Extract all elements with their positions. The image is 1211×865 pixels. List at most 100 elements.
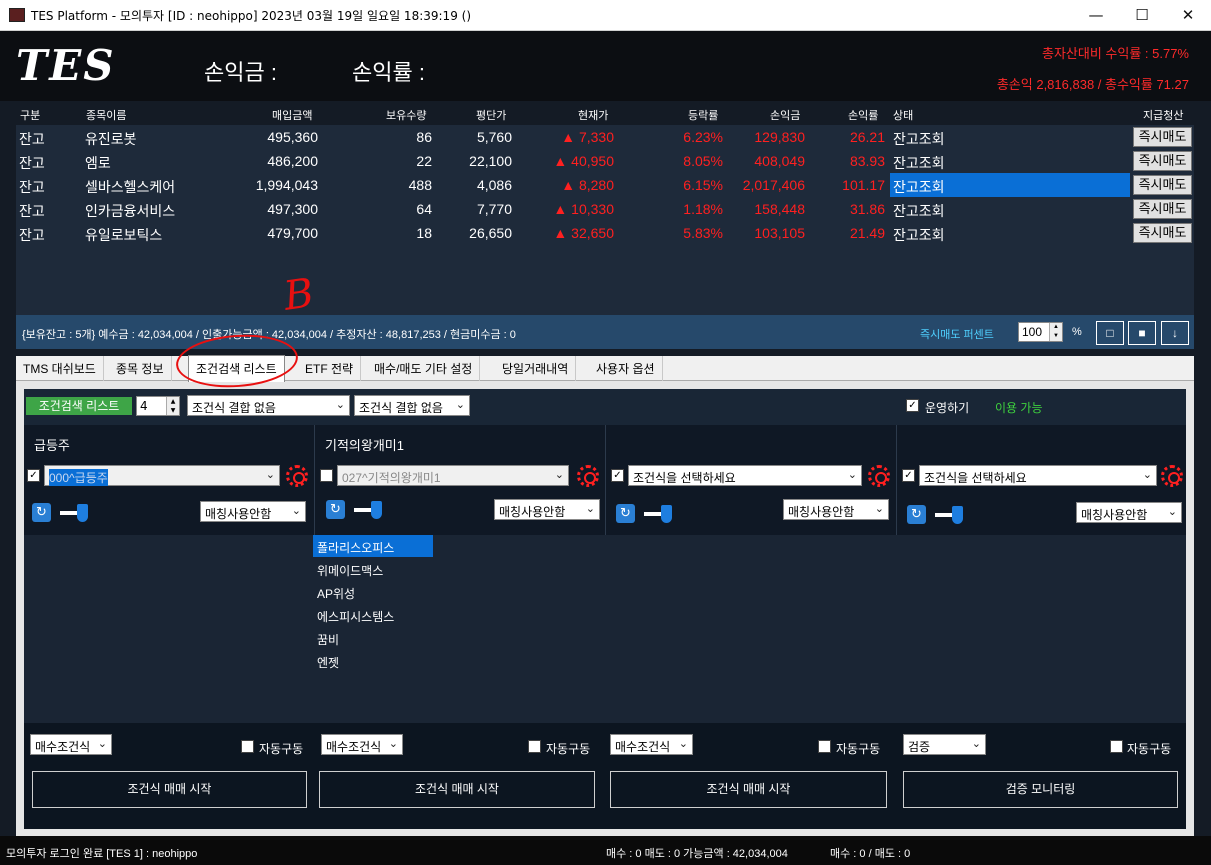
list-item[interactable]: 꿈비 <box>313 627 433 649</box>
condition-slot-4: ✓ 조건식을 선택하세요 ⌄ ↻ 매칭사용안함 ⌄ <box>897 425 1186 535</box>
auto-run-checkbox[interactable] <box>528 740 541 753</box>
verify-select[interactable]: 검증 ⌄ <box>903 734 986 755</box>
slot-enable-checkbox[interactable]: ✓ <box>27 469 40 482</box>
col-pnl[interactable]: 손익금 <box>770 107 800 123</box>
refresh-icon[interactable]: ↻ <box>32 503 51 522</box>
cell-price: ▲ 7,330 <box>561 129 614 145</box>
condition-count-stepper[interactable]: 4 ▲ ▼ <box>136 396 180 416</box>
slot-enable-checkbox[interactable]: ✓ <box>611 469 624 482</box>
buy-condition-select-2[interactable]: 매수조건식 ⌄ <box>321 734 403 755</box>
tab-etf-strategy[interactable]: ETF 전략 <box>298 356 362 381</box>
table-row[interactable]: 잔고 인카금융서비스 497,300 64 7,770 ▲ 10,330 1.1… <box>16 197 1194 221</box>
gear-icon[interactable] <box>1161 465 1183 487</box>
minimize-button[interactable]: — <box>1073 0 1119 31</box>
maximize-button[interactable]: ☐ <box>1119 0 1165 31</box>
table-row[interactable]: 잔고 유일로보틱스 479,700 18 26,650 ▲ 32,650 5.8… <box>16 221 1194 245</box>
col-avg-price[interactable]: 평단가 <box>476 107 506 123</box>
combine-select-2[interactable]: 조건식 결합 없음 ⌄ <box>354 395 470 416</box>
slot-enable-checkbox[interactable] <box>320 469 333 482</box>
toggle-slider[interactable] <box>60 504 88 522</box>
buy-condition-select-3[interactable]: 매수조건식 ⌄ <box>610 734 693 755</box>
cell-chg: 5.83% <box>683 225 723 241</box>
slot-enable-checkbox[interactable]: ✓ <box>902 469 915 482</box>
tab-daily-trades[interactable]: 당일거래내역 <box>495 356 577 381</box>
auto-run-checkbox[interactable] <box>1110 740 1123 753</box>
list-item[interactable]: 위메이드맥스 <box>313 558 433 580</box>
cell-type: 잔고 <box>19 179 45 195</box>
chevron-down-icon: ⌄ <box>291 505 301 517</box>
col-change-rate[interactable]: 등락률 <box>688 107 718 123</box>
col-buy-amount[interactable]: 매입금액 <box>272 107 312 123</box>
matching-select[interactable]: 매칭사용안함 ⌄ <box>200 501 306 522</box>
toggle-slider[interactable] <box>644 505 672 523</box>
start-condition-trading-button[interactable]: 조건식 매매 시작 <box>319 771 595 808</box>
matching-select[interactable]: 매칭사용안함 ⌄ <box>783 499 889 520</box>
col-quantity[interactable]: 보유수량 <box>386 107 426 123</box>
gear-icon[interactable] <box>286 465 308 487</box>
auto-run-checkbox[interactable] <box>818 740 831 753</box>
tab-tms-dashboard[interactable]: TMS 대쉬보드 <box>16 356 104 381</box>
window-restore-button[interactable]: □ <box>1096 321 1124 345</box>
col-pnl-rate[interactable]: 손익률 <box>848 107 878 123</box>
tab-buy-sell-settings[interactable]: 매수/매도 기타 설정 <box>367 356 481 381</box>
close-button[interactable]: ✕ <box>1165 0 1211 31</box>
auto-run-checkbox[interactable] <box>241 740 254 753</box>
condition-list-button[interactable]: 조건검색 리스트 <box>26 397 132 415</box>
sell-percent-stepper[interactable]: 100 ▲ ▼ <box>1018 322 1063 342</box>
refresh-icon[interactable]: ↻ <box>907 505 926 524</box>
start-condition-trading-button[interactable]: 조건식 매매 시작 <box>610 771 887 808</box>
stepper-arrows-icon[interactable]: ▲ ▼ <box>1049 323 1062 341</box>
table-row[interactable]: 잔고 엠로 486,200 22 22,100 ▲ 40,950 8.05% 4… <box>16 149 1194 173</box>
list-item[interactable]: AP위성 <box>313 581 433 603</box>
holdings-grid-header: 구분 종목이름 매입금액 보유수량 평단가 현재가 등락률 손익금 손익률 상태… <box>16 107 1194 125</box>
refresh-icon[interactable]: ↻ <box>326 500 345 519</box>
matching-select[interactable]: 매칭사용안함 ⌄ <box>494 499 600 520</box>
tab-user-options[interactable]: 사용자 옵션 <box>589 356 663 381</box>
cell-status[interactable]: 잔고조회 <box>890 125 1130 149</box>
cell-status[interactable]: 잔고조회 <box>890 197 1130 221</box>
cell-qty: 22 <box>416 153 432 169</box>
toggle-slider[interactable] <box>935 506 963 524</box>
sell-now-button[interactable]: 즉시매도 <box>1133 199 1192 219</box>
list-item[interactable]: 에스피시스템스 <box>313 604 433 626</box>
chevron-down-icon: ⌄ <box>874 503 884 515</box>
table-row[interactable]: 잔고 유진로봇 495,360 86 5,760 ▲ 7,330 6.23% 1… <box>16 125 1194 149</box>
sell-now-button[interactable]: 즉시매도 <box>1133 223 1192 243</box>
verify-monitoring-button[interactable]: 검증 모니터링 <box>903 771 1178 808</box>
cell-status[interactable]: 잔고조회 <box>890 149 1130 173</box>
col-current-price[interactable]: 현재가 <box>578 107 608 123</box>
start-condition-trading-button[interactable]: 조건식 매매 시작 <box>32 771 307 808</box>
buy-condition-select-1[interactable]: 매수조건식 ⌄ <box>30 734 112 755</box>
list-item[interactable]: 폴라리스오피스 <box>313 535 433 557</box>
sell-now-button[interactable]: 즉시매도 <box>1133 175 1192 195</box>
condition-select[interactable]: 027^기적의왕개미1 ⌄ <box>337 465 569 486</box>
condition-select[interactable]: 000^급등주 ⌄ <box>44 465 280 486</box>
sell-now-button[interactable]: 즉시매도 <box>1133 151 1192 171</box>
col-liquidation[interactable]: 지급청산 <box>1143 107 1183 123</box>
col-status[interactable]: 상태 <box>893 107 913 123</box>
refresh-icon[interactable]: ↻ <box>616 504 635 523</box>
auto-run-label: 자동구동 <box>259 742 304 756</box>
cell-status[interactable]: 잔고조회 <box>890 221 1130 245</box>
matching-select-value: 매칭사용안함 <box>1081 508 1148 522</box>
condition-select[interactable]: 조건식을 선택하세요 ⌄ <box>919 465 1157 486</box>
matching-select[interactable]: 매칭사용안함 ⌄ <box>1076 502 1182 523</box>
gear-icon[interactable] <box>868 465 890 487</box>
col-type[interactable]: 구분 <box>20 107 40 123</box>
col-name[interactable]: 종목이름 <box>86 107 126 123</box>
operate-checkbox[interactable]: ✓ <box>906 399 919 412</box>
cell-status-selected[interactable]: 잔고조회 <box>890 173 1130 197</box>
condition-slot-3: ✓ 조건식을 선택하세요 ⌄ ↻ 매칭사용안함 ⌄ <box>606 425 897 535</box>
condition-select[interactable]: 조건식을 선택하세요 ⌄ <box>628 465 862 486</box>
combine-select-1[interactable]: 조건식 결합 없음 ⌄ <box>187 395 350 416</box>
sell-now-button[interactable]: 즉시매도 <box>1133 127 1192 147</box>
list-item[interactable]: 엔젯 <box>313 650 433 672</box>
download-button[interactable]: ↓ <box>1161 321 1189 345</box>
table-row[interactable]: 잔고 셀바스헬스케어 1,994,043 488 4,086 ▲ 8,280 6… <box>16 173 1194 197</box>
window-stop-button[interactable]: ■ <box>1128 321 1156 345</box>
gear-icon[interactable] <box>577 465 599 487</box>
stepper-arrows-icon[interactable]: ▲ ▼ <box>166 397 179 415</box>
condition-search-area: 조건검색 리스트 4 ▲ ▼ 조건식 결합 없음 ⌄ 조건식 결합 없음 ⌄ ✓ … <box>24 389 1186 829</box>
toggle-slider[interactable] <box>354 501 382 519</box>
tab-stock-info[interactable]: 종목 정보 <box>109 356 172 381</box>
